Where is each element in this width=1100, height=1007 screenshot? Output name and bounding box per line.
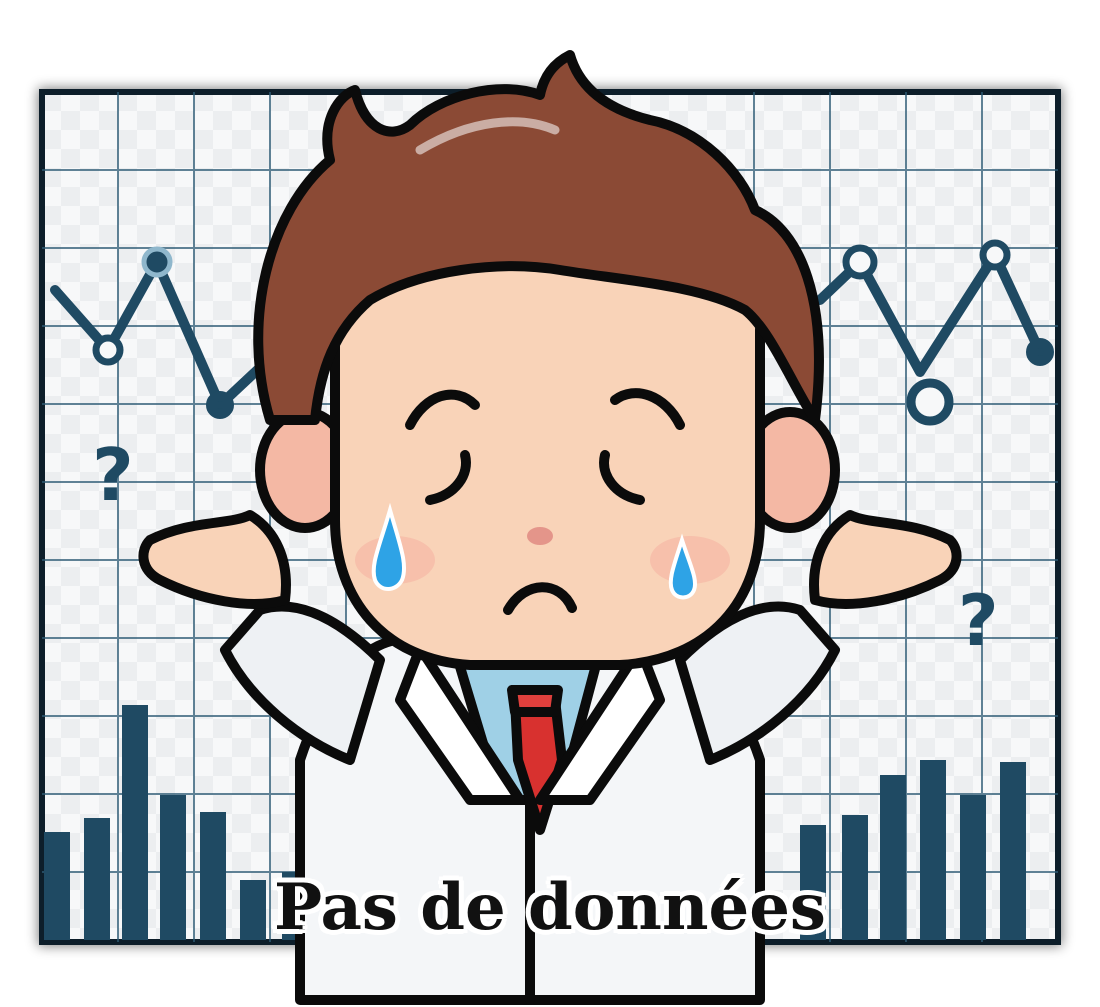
no-data-illustration: ? ? (38, 50, 1062, 1005)
svg-text:?: ? (92, 433, 134, 517)
no-data-caption: Pas de données (274, 870, 826, 945)
question-mark-icon-left: ? (92, 433, 134, 517)
question-mark-icon-right: ? (958, 580, 999, 662)
nose (527, 527, 553, 545)
svg-text:?: ? (958, 580, 999, 662)
